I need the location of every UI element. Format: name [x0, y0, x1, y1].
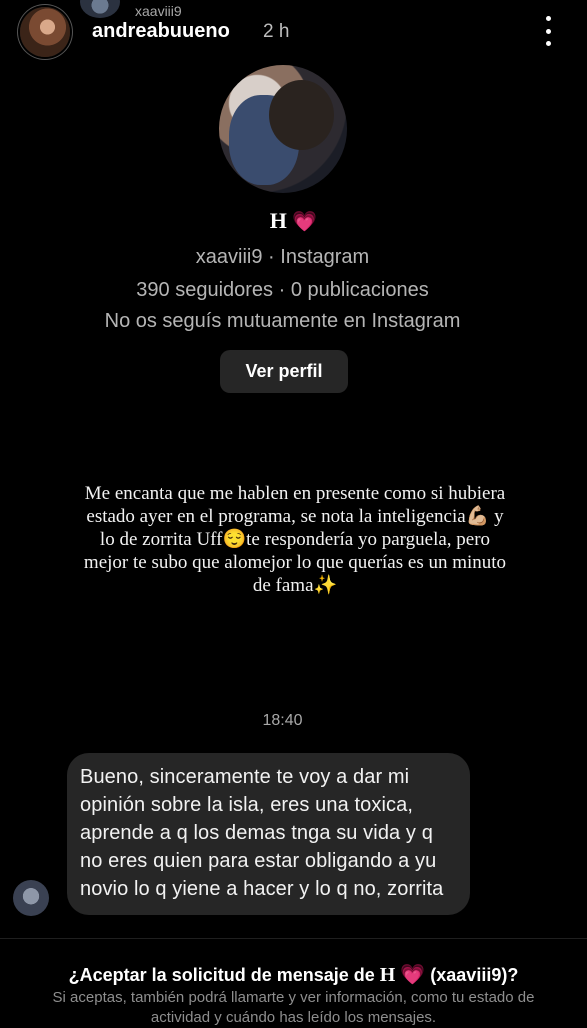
top-username: xaaviii9	[135, 3, 182, 19]
view-profile-button[interactable]: Ver perfil	[220, 350, 348, 393]
request-title-end: (xaaviii9)?	[430, 965, 519, 985]
request-description: Si aceptas, también podrá llamarte y ver…	[52, 989, 535, 1026]
author-username[interactable]: andreabuueno	[92, 20, 230, 43]
profile-stats: 390 seguidores · 0 publicaciones	[136, 279, 429, 301]
profile-handle: xaaviii9 · Instagram	[195, 246, 370, 268]
request-title: ¿Aceptar la solicitud de mensaje de H 💗 …	[0, 962, 587, 987]
request-title-name: H	[379, 964, 396, 986]
heart-icon: 💗	[400, 962, 426, 986]
sender-avatar[interactable]	[13, 880, 49, 916]
divider	[0, 938, 587, 939]
story-caption: Me encanta que me hablen en presente com…	[83, 483, 507, 596]
top-story-avatar[interactable]	[80, 0, 120, 18]
profile-name: H 💗	[0, 208, 587, 234]
more-options-icon[interactable]	[538, 16, 558, 46]
follow-status: No os seguís mutuamente en Instagram	[104, 310, 461, 332]
message-bubble[interactable]: Bueno, sinceramente te voy a dar mi opin…	[67, 753, 470, 915]
heart-icon: 💗	[292, 209, 318, 233]
profile-name-text: H	[269, 208, 287, 233]
post-time: 2 h	[263, 21, 290, 42]
request-title-start: ¿Aceptar la solicitud de mensaje de	[68, 965, 375, 985]
message-timestamp: 18:40	[262, 712, 303, 729]
profile-photo[interactable]	[219, 65, 347, 193]
author-avatar[interactable]	[20, 7, 70, 57]
